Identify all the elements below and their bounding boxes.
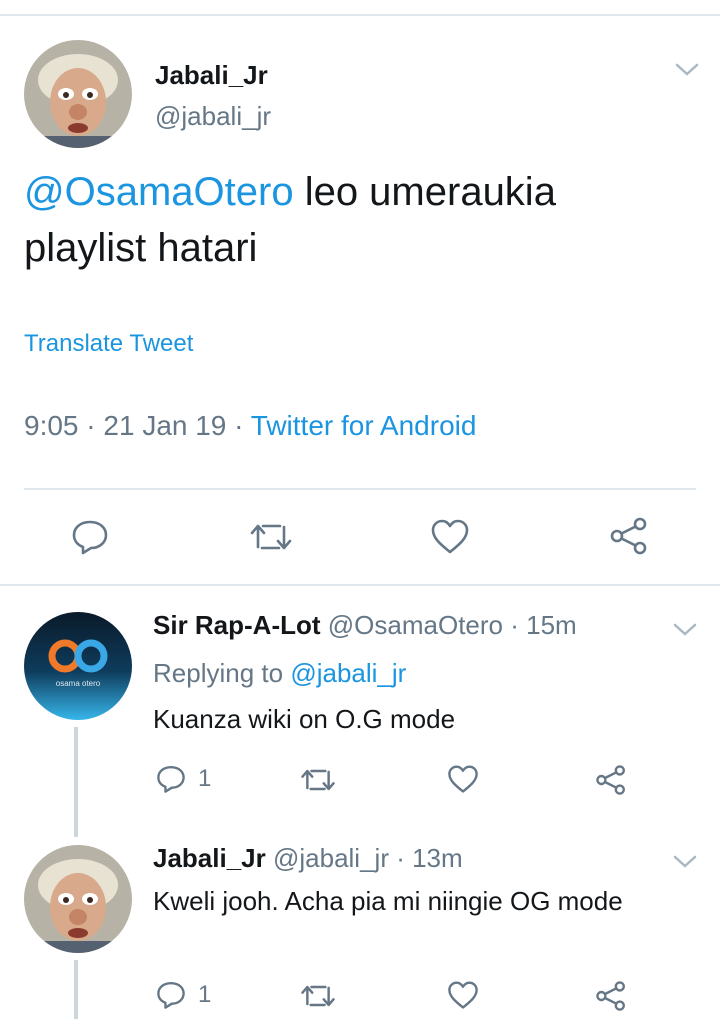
reply-icon — [157, 981, 185, 1009]
like-button[interactable] — [447, 981, 479, 1010]
reply-button[interactable] — [71, 518, 109, 556]
reply-header: Jabali_Jr @jabali_jr · 13m — [153, 843, 463, 873]
retweet-button[interactable] — [249, 520, 293, 554]
section-divider — [0, 584, 720, 586]
retweet-button[interactable] — [300, 766, 336, 794]
reply-author-handle[interactable]: @OsamaOtero — [328, 610, 503, 640]
translate-tweet-link[interactable]: Translate Tweet — [24, 330, 193, 358]
reply-button[interactable]: 1 — [156, 980, 211, 1010]
top-divider — [0, 14, 720, 16]
chevron-down-icon — [673, 855, 697, 868]
tweet-time: 9:05 — [24, 410, 79, 441]
retweet-icon — [250, 524, 292, 550]
reply-text: Kweli jooh. Acha pia mi niingie OG mode — [153, 886, 623, 916]
meta-separator: · — [78, 410, 104, 441]
reply-header: Sir Rap-A-Lot @OsamaOtero · 15m — [153, 610, 577, 640]
reply-options-chevron[interactable] — [672, 852, 698, 872]
reply-icon — [157, 765, 185, 793]
tweet-source-link[interactable]: Twitter for Android — [251, 410, 477, 441]
reply-count: 1 — [198, 765, 212, 792]
chevron-down-icon — [673, 623, 697, 636]
thread-line — [74, 960, 78, 1019]
tweet-options-chevron[interactable] — [674, 60, 700, 80]
like-button[interactable] — [430, 519, 470, 555]
caricature-avatar-image — [24, 845, 132, 953]
share-button[interactable] — [595, 764, 627, 796]
reply-avatar[interactable] — [24, 845, 132, 953]
reply-icon — [72, 520, 108, 555]
reply-time: 15m — [526, 610, 577, 640]
reply-options-chevron[interactable] — [672, 620, 698, 640]
mention-link[interactable]: @OsamaOtero — [24, 170, 294, 214]
meta-separator: · — [226, 410, 251, 441]
like-icon — [448, 765, 478, 793]
chevron-down-icon — [675, 63, 699, 76]
author-handle[interactable]: @jabali_jr — [155, 101, 271, 132]
reply-text: Kuanza wiki on O.G mode — [153, 704, 456, 734]
reply-count: 1 — [198, 981, 212, 1008]
retweet-button[interactable] — [300, 982, 336, 1010]
tweet-date: 21 Jan 19 — [103, 410, 227, 441]
like-icon — [431, 519, 469, 554]
like-icon — [448, 981, 478, 1009]
retweet-icon — [301, 985, 335, 1007]
share-icon — [596, 981, 625, 1011]
thread-line — [74, 727, 78, 837]
tweet-text: @OsamaOtero leo umeraukia playlist hatar… — [24, 164, 664, 276]
replying-to-line: Replying to @jabali_jr — [153, 658, 406, 689]
share-button[interactable] — [595, 980, 627, 1012]
reply-avatar[interactable]: osama otero — [24, 612, 132, 720]
retweet-icon — [301, 769, 335, 791]
share-icon — [610, 517, 647, 555]
share-icon — [596, 765, 625, 795]
replying-to-link[interactable]: @jabali_jr — [290, 658, 406, 688]
author-name[interactable]: Jabali_Jr — [155, 60, 268, 91]
osama-otero-logo-avatar: osama otero — [24, 612, 132, 720]
caricature-avatar-image — [24, 40, 132, 148]
share-button[interactable] — [609, 516, 649, 556]
reply-time: 13m — [412, 843, 463, 873]
meta-divider — [24, 488, 696, 490]
reply-author-handle[interactable]: @jabali_jr — [273, 843, 389, 873]
author-avatar[interactable] — [24, 40, 132, 148]
reply-button[interactable]: 1 — [156, 764, 211, 794]
replying-prefix: Replying to — [153, 658, 291, 688]
reply-author-name[interactable]: Sir Rap-A-Lot — [153, 610, 321, 640]
reply-author-name[interactable]: Jabali_Jr — [153, 843, 266, 873]
like-button[interactable] — [447, 765, 479, 794]
avatar-label: osama otero — [56, 679, 101, 688]
tweet-meta: 9:05 · 21 Jan 19 · Twitter for Android — [24, 410, 476, 442]
